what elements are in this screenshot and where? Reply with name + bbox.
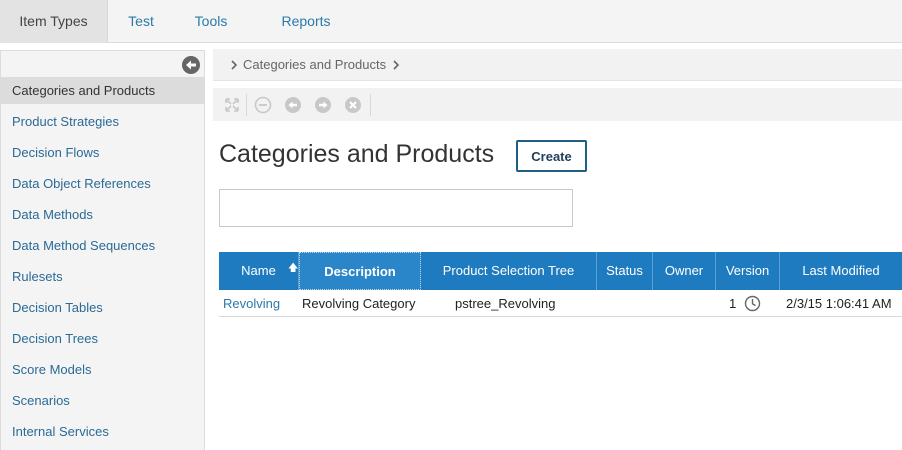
chevron-right-icon — [231, 60, 238, 70]
sidebar-item-decision-trees[interactable]: Decision Trees — [1, 325, 205, 352]
table-row[interactable]: Revolving Revolving Category pstree_Revo… — [219, 291, 902, 317]
close-circle-icon[interactable] — [344, 96, 362, 114]
tab-tools[interactable]: Tools — [178, 0, 244, 43]
sidebar-item-scenarios[interactable]: Scenarios — [1, 387, 205, 414]
sort-ascending-icon: 🡅 — [288, 263, 299, 274]
clock-icon[interactable] — [744, 295, 761, 312]
row-product-selection-tree: pstree_Revolving — [455, 296, 556, 311]
breadcrumb-item[interactable]: Categories and Products — [243, 49, 386, 81]
sidebar-item-decision-flows[interactable]: Decision Flows — [1, 139, 205, 166]
column-header-version[interactable]: Version — [716, 252, 780, 290]
toolbar-separator — [246, 94, 247, 116]
sidebar-item-data-method-sequences[interactable]: Data Method Sequences — [1, 232, 205, 259]
sidebar: Categories and Products Product Strategi… — [0, 50, 205, 450]
column-header-product-selection-tree[interactable]: Product Selection Tree — [421, 252, 597, 290]
sidebar-item-data-object-references[interactable]: Data Object References — [1, 170, 205, 197]
forward-circle-icon[interactable] — [314, 96, 332, 114]
tab-item-types[interactable]: Item Types — [0, 0, 108, 43]
row-version: 1 — [729, 296, 737, 311]
table-header: Name 🡅 Description Product Selection Tre… — [219, 252, 902, 290]
sidebar-item-decision-tables[interactable]: Decision Tables — [1, 294, 205, 321]
row-name-link[interactable]: Revolving — [223, 291, 280, 316]
expand-icon[interactable] — [223, 96, 241, 114]
sidebar-item-score-models[interactable]: Score Models — [1, 356, 205, 383]
tab-test[interactable]: Test — [108, 0, 174, 43]
back-circle-icon[interactable] — [284, 96, 302, 114]
toolbar-separator — [370, 94, 371, 116]
column-header-name[interactable]: Name — [219, 252, 299, 290]
sidebar-item-internal-services[interactable]: Internal Services — [1, 418, 205, 445]
minus-circle-icon[interactable] — [254, 96, 272, 114]
sidebar-item-rulesets[interactable]: Rulesets — [1, 263, 205, 290]
column-header-owner[interactable]: Owner — [653, 252, 716, 290]
chevron-right-icon[interactable] — [392, 58, 400, 72]
tab-reports[interactable]: Reports — [256, 0, 356, 43]
collapse-sidebar-button[interactable] — [182, 56, 200, 74]
column-header-last-modified[interactable]: Last Modified — [780, 252, 902, 290]
breadcrumb: Categories and Products — [213, 49, 902, 81]
sidebar-item-data-methods[interactable]: Data Methods — [1, 201, 205, 228]
column-header-description[interactable]: Description — [299, 252, 421, 290]
sidebar-item-categories-and-products[interactable]: Categories and Products — [1, 77, 205, 104]
sidebar-item-product-strategies[interactable]: Product Strategies — [1, 108, 205, 135]
top-nav: Item Types Test Tools Reports — [0, 0, 902, 43]
column-header-status[interactable]: Status — [597, 252, 653, 290]
toolbar — [213, 88, 902, 121]
arrow-left-icon — [186, 60, 196, 70]
filter-input[interactable] — [219, 189, 573, 227]
page-title: Categories and Products — [219, 140, 495, 168]
row-description: Revolving Category — [302, 296, 416, 311]
row-last-modified: 2/3/15 1:06:41 AM — [786, 296, 892, 311]
column-label: Name — [241, 263, 276, 278]
create-button[interactable]: Create — [516, 140, 587, 172]
